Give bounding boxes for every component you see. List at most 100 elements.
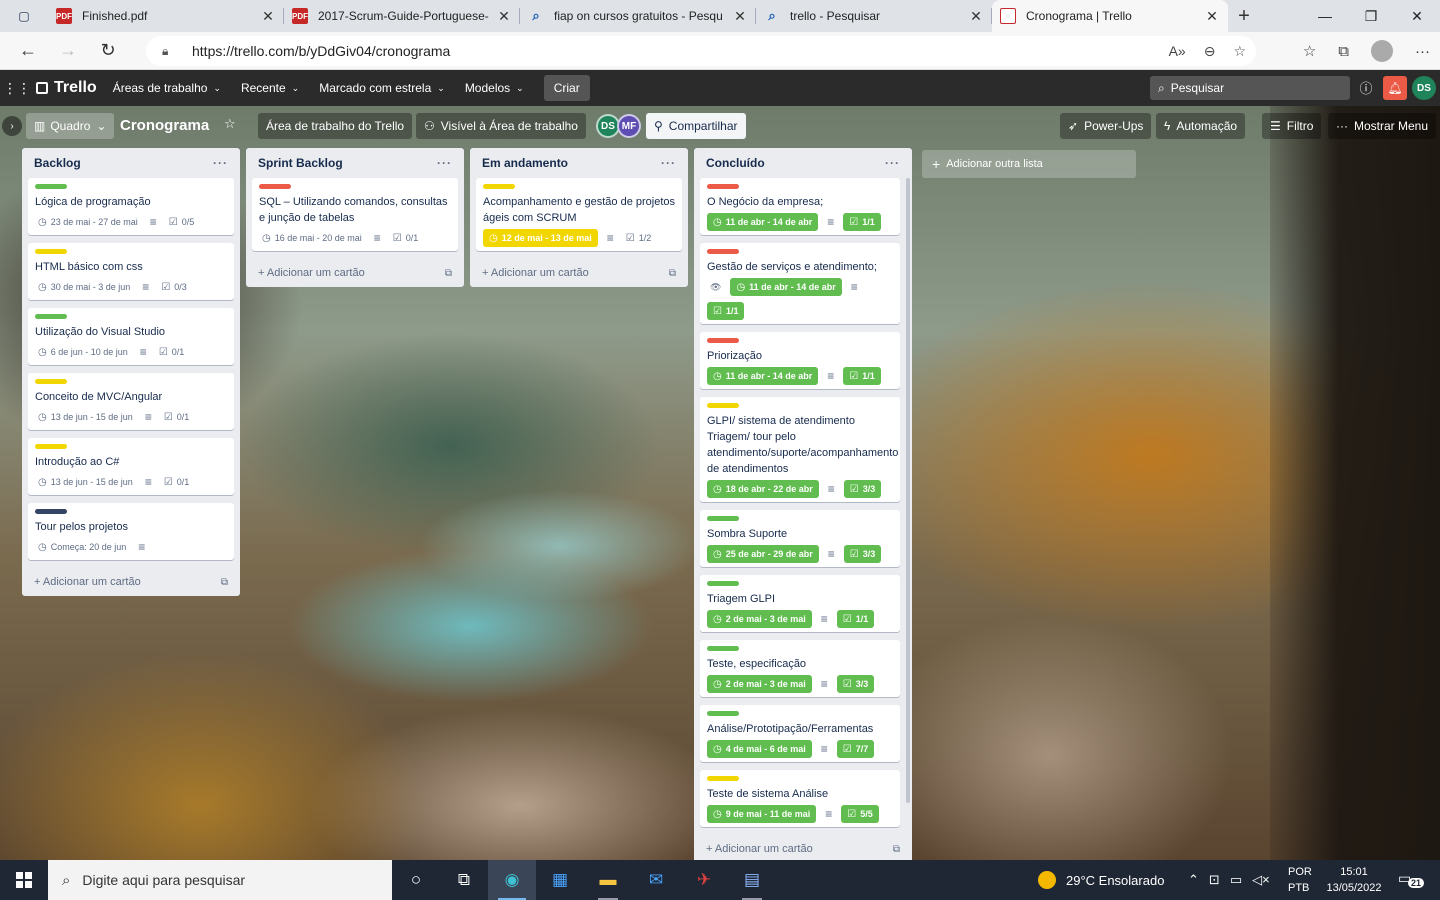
share-button[interactable]: ⚲ Compartilhar xyxy=(646,113,746,139)
browser-tab[interactable]: PDF 2017-Scrum-Guide-Portuguese- ✕ xyxy=(284,0,520,32)
document-icon[interactable]: ▤ xyxy=(728,860,776,900)
due-date-badge[interactable]: ◷ 12 de mai - 13 de mai xyxy=(483,229,598,247)
powerups-button[interactable]: ➶ Power-Ups xyxy=(1060,113,1152,139)
automation-button[interactable]: ϟ Automação xyxy=(1156,113,1246,139)
due-date-badge[interactable]: ◷ 6 de jun - 10 de jun xyxy=(35,343,131,361)
clock[interactable]: 15:01 13/05/2022 xyxy=(1322,864,1386,896)
card-label[interactable] xyxy=(483,184,515,189)
list-header[interactable]: Sprint Backlog ··· xyxy=(252,148,458,178)
task-view-icon[interactable]: ⧉ xyxy=(440,860,488,900)
add-card-button[interactable]: + Adicionar um cartão ⧉ xyxy=(700,835,906,863)
menu-workspaces[interactable]: Áreas de trabalho ⌄ xyxy=(113,81,221,95)
workspace-button[interactable]: Área de trabalho do Trello xyxy=(258,113,413,139)
mail-icon[interactable]: ✉ xyxy=(632,860,680,900)
start-button[interactable] xyxy=(0,860,48,900)
filter-button[interactable]: ☰ Filtro xyxy=(1262,113,1322,139)
app-red-icon[interactable]: ✈ xyxy=(680,860,728,900)
due-date-badge[interactable]: ◷ 2 de mai - 3 de mai xyxy=(707,610,812,628)
card[interactable]: SQL – Utilizando comandos, consultas e j… xyxy=(252,178,458,251)
list-menu-icon[interactable]: ··· xyxy=(661,156,676,170)
card[interactable]: O Negócio da empresa; ◷ 11 de abr - 14 de … xyxy=(700,178,900,235)
restore-icon[interactable]: ❐ xyxy=(1348,0,1394,32)
forward-icon[interactable]: → xyxy=(48,32,88,70)
edge-icon[interactable]: ◉ xyxy=(488,860,536,900)
due-date-badge[interactable]: ◷ 25 de abr - 29 de abr xyxy=(707,545,819,563)
due-date-badge[interactable]: ◷ 30 de mai - 3 de jun xyxy=(35,278,133,296)
menu-templates[interactable]: Modelos ⌄ xyxy=(465,81,524,95)
language-indicator[interactable]: POR PTB xyxy=(1288,864,1312,896)
user-avatar[interactable]: DS xyxy=(1412,76,1436,100)
card-label[interactable] xyxy=(707,403,739,408)
due-date-badge[interactable]: ◷ 11 de abr - 14 de abr xyxy=(707,367,819,385)
notifications-bell-icon[interactable]: 🔔︎ xyxy=(1383,76,1407,100)
browser-tab-active[interactable]: Cronograma | Trello ✕ xyxy=(992,0,1228,32)
close-icon[interactable]: ✕ xyxy=(1204,8,1220,25)
new-tab-button[interactable]: + xyxy=(1228,5,1260,28)
list-header[interactable]: Backlog ··· xyxy=(28,148,234,178)
close-icon[interactable]: ✕ xyxy=(260,8,276,25)
list-menu-icon[interactable]: ··· xyxy=(885,156,900,170)
network-icon[interactable]: ⊡ xyxy=(1209,872,1220,888)
close-icon[interactable]: ✕ xyxy=(968,8,984,25)
list-title[interactable]: Em andamento xyxy=(482,156,568,170)
notification-center-icon[interactable]: ▭ 21 xyxy=(1398,870,1425,888)
list-menu-icon[interactable]: ··· xyxy=(213,156,228,170)
star-icon[interactable]: ☆ xyxy=(224,116,236,132)
card[interactable]: Acompanhamento e gestão de projetos ágei… xyxy=(476,178,682,251)
menu-recent[interactable]: Recente ⌄ xyxy=(241,81,299,95)
card-label[interactable] xyxy=(707,581,739,586)
card-label[interactable] xyxy=(707,184,739,189)
chevron-up-icon[interactable]: ⌃ xyxy=(1188,872,1199,888)
card-label[interactable] xyxy=(707,516,739,521)
board-title[interactable]: Cronograma xyxy=(120,117,209,134)
visibility-button[interactable]: ⚇ Visível à Área de trabalho xyxy=(416,113,586,139)
search-input[interactable]: ⌕ Pesquisar xyxy=(1150,76,1350,100)
browser-tab[interactable]: ⌕ trello - Pesquisar ✕ xyxy=(756,0,992,32)
card[interactable]: Tour pelos projetos ◷ Começa: 20 de jun ≡ xyxy=(28,503,234,560)
card-label[interactable] xyxy=(707,249,739,254)
back-icon[interactable]: ← xyxy=(8,32,48,70)
cortana-icon[interactable]: ○ xyxy=(392,860,440,900)
card[interactable]: Análise/Prototipação/Ferramentas ◷ 4 de ma… xyxy=(700,705,900,762)
card-template-icon[interactable]: ⧉ xyxy=(445,268,452,279)
board-view-switcher[interactable]: ▥ Quadro ⌄ xyxy=(26,113,115,139)
card-label[interactable] xyxy=(35,184,67,189)
due-date-badge[interactable]: ◷ 2 de mai - 3 de mai xyxy=(707,675,812,693)
favorites-icon[interactable]: ☆ xyxy=(1303,42,1316,60)
card[interactable]: Conceito de MVC/Angular ◷ 13 de jun - 15 d… xyxy=(28,373,234,430)
card[interactable]: Gestão de serviços e atendimento; 👁︎ ◷ 11 d… xyxy=(700,243,900,324)
refresh-icon[interactable]: ↻ xyxy=(88,32,128,70)
list-title[interactable]: Sprint Backlog xyxy=(258,156,343,170)
profile-avatar[interactable] xyxy=(1371,40,1393,62)
collections-icon[interactable]: ⧉ xyxy=(1338,43,1349,60)
info-icon[interactable]: ⓘ xyxy=(1356,78,1376,98)
card-label[interactable] xyxy=(35,379,67,384)
volume-icon[interactable]: ◁× xyxy=(1252,872,1270,888)
card-label[interactable] xyxy=(707,338,739,343)
address-bar[interactable]: 🔒︎ https://trello.com/b/yDdGiv04/cronogr… xyxy=(146,36,1256,66)
card-label[interactable] xyxy=(35,509,67,514)
taskbar-search-input[interactable]: ⌕ Digite aqui para pesquisar xyxy=(48,860,392,900)
card-label[interactable] xyxy=(259,184,291,189)
lock-icon[interactable]: 🔒︎ xyxy=(162,44,182,59)
display-icon[interactable]: ▭ xyxy=(1230,872,1242,888)
due-date-badge[interactable]: ◷ 11 de abr - 14 de abr xyxy=(730,278,842,296)
due-date-badge[interactable]: ◷ 18 de abr - 22 de abr xyxy=(707,480,819,498)
card-label[interactable] xyxy=(707,776,739,781)
due-date-badge[interactable]: ◷ 11 de abr - 14 de abr xyxy=(707,213,819,231)
due-date-badge[interactable]: ◷ Começa: 20 de jun xyxy=(35,538,129,556)
list-header[interactable]: Em andamento ··· xyxy=(476,148,682,178)
favorite-add-icon[interactable]: ☆ xyxy=(1233,43,1246,60)
card[interactable]: Introdução ao C# ◷ 13 de jun - 15 de jun ≡ ☑… xyxy=(28,438,234,495)
weather-widget[interactable]: 29°C Ensolarado xyxy=(1038,860,1164,900)
minimize-icon[interactable]: — xyxy=(1302,0,1348,32)
store-icon[interactable]: ▦ xyxy=(536,860,584,900)
due-date-badge[interactable]: ◷ 13 de jun - 15 de jun xyxy=(35,408,136,426)
card-template-icon[interactable]: ⧉ xyxy=(669,268,676,279)
card-label[interactable] xyxy=(707,711,739,716)
card-label[interactable] xyxy=(35,314,67,319)
browser-tab[interactable]: ⌕ fiap on cursos gratuitos - Pesqu ✕ xyxy=(520,0,756,32)
due-date-badge[interactable]: ◷ 9 de mai - 11 de mai xyxy=(707,805,817,823)
card-template-icon[interactable]: ⧉ xyxy=(893,844,900,855)
app-switcher-icon[interactable]: ⋮⋮ xyxy=(2,80,32,97)
